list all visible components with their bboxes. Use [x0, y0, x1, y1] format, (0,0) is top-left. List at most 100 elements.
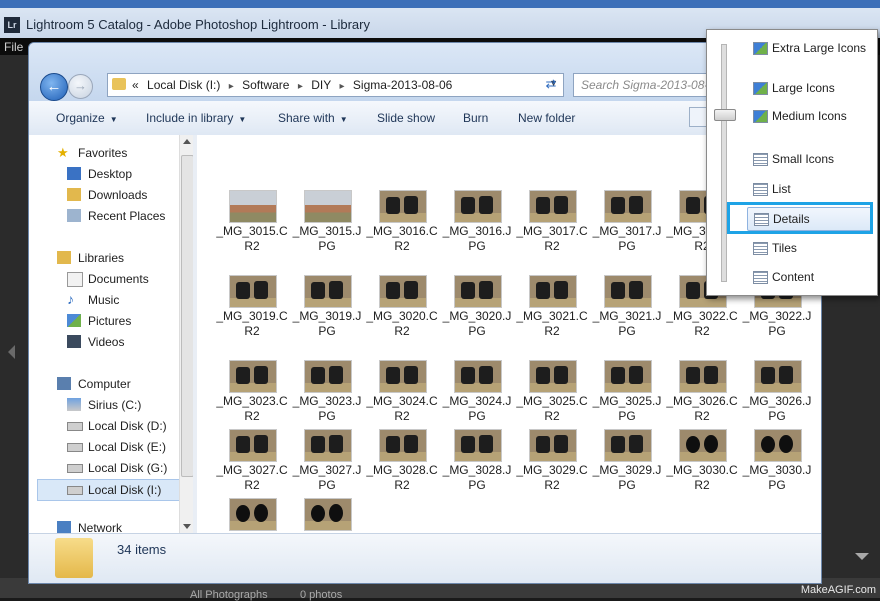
breadcrumb-chevron-icon[interactable]: ▸	[340, 81, 345, 92]
file-item[interactable]: _MG_3019.JPG	[290, 275, 364, 343]
nav-label: Libraries	[78, 251, 125, 265]
organize-button[interactable]: Organize ▼	[56, 111, 118, 125]
view-item-label: Medium Icons	[772, 109, 847, 123]
downloads-folder-icon	[67, 188, 81, 201]
nav-label: Local Disk (D:)	[88, 419, 167, 433]
breadcrumb-prefix[interactable]: «	[132, 78, 139, 92]
nav-recent-places[interactable]: Recent Places	[29, 206, 189, 226]
view-medium-icons[interactable]: Medium Icons	[747, 105, 871, 127]
file-item[interactable]: _MG_3023.CR2	[215, 360, 289, 428]
nav-disk-e[interactable]: Local Disk (E:)	[29, 437, 189, 457]
refresh-icon[interactable]: ⇄	[542, 74, 560, 94]
nav-desktop[interactable]: Desktop	[29, 164, 189, 184]
nav-disk-i[interactable]: Local Disk (I:)	[37, 479, 184, 501]
new-folder-button[interactable]: New folder	[518, 111, 575, 125]
share-with-button[interactable]: Share with ▼	[278, 111, 348, 125]
file-item[interactable]: _MG_3024.CR2	[365, 360, 439, 428]
file-item[interactable]: _MG_3019.CR2	[215, 275, 289, 343]
view-menu: Extra Large Icons Large Icons Medium Ico…	[706, 29, 878, 296]
file-thumbnail	[304, 190, 352, 223]
back-button[interactable]: ←	[40, 73, 68, 101]
view-item-label: List	[772, 182, 791, 196]
file-item[interactable]: _MG_3024.JPG	[440, 360, 514, 428]
file-item[interactable]: _MG_3016.JPG	[440, 190, 514, 258]
file-item[interactable]: _MG_3015.JPG	[290, 190, 364, 258]
right-panel-arrow-icon[interactable]	[855, 553, 869, 560]
file-item[interactable]: _MG_3015.CR2	[215, 190, 289, 258]
view-slider-thumb[interactable]	[714, 109, 736, 121]
file-item[interactable]: _MG_3027.JPG	[290, 429, 364, 497]
file-item[interactable]: _MG_3028.JPG	[440, 429, 514, 497]
filmstrip-source-label[interactable]: All Photographs	[190, 589, 268, 601]
nav-documents[interactable]: Documents	[29, 269, 189, 289]
file-name: _MG_3025.CR2	[516, 394, 588, 423]
view-size-slider[interactable]	[721, 44, 727, 282]
libraries-icon	[57, 251, 71, 264]
view-content[interactable]: Content	[747, 266, 871, 288]
nav-videos[interactable]: Videos	[29, 332, 189, 352]
file-item[interactable]: _MG_3021.JPG	[590, 275, 664, 343]
nav-disk-g[interactable]: Local Disk (G:)	[29, 458, 189, 478]
scroll-down-icon[interactable]	[183, 524, 191, 529]
file-item[interactable]: _MG_3030.JPG	[740, 429, 814, 497]
breadcrumb-item-sigma[interactable]: Sigma-2013-08-06	[353, 78, 452, 92]
nav-scrollbar[interactable]	[179, 135, 194, 533]
file-item[interactable]: _MG_3026.JPG	[740, 360, 814, 428]
large-icons-icon	[753, 82, 768, 95]
nav-pictures[interactable]: Pictures	[29, 311, 189, 331]
left-panel-collapse-icon[interactable]	[8, 345, 15, 359]
file-item[interactable]: _MG_3028.CR2	[365, 429, 439, 497]
file-item[interactable]: _MG_3020.CR2	[365, 275, 439, 343]
nav-computer[interactable]: Computer	[29, 374, 189, 394]
file-item[interactable]: _MG_3021.CR2	[515, 275, 589, 343]
nav-network[interactable]: Network	[29, 518, 189, 533]
file-item[interactable]: _MG_3025.CR2	[515, 360, 589, 428]
file-thumbnail	[604, 360, 652, 393]
file-item[interactable]: _MG_3023.JPG	[290, 360, 364, 428]
file-item[interactable]: _MG_3016.CR2	[365, 190, 439, 258]
breadcrumb-item-diy[interactable]: DIY	[311, 78, 331, 92]
breadcrumb-chevron-icon[interactable]: ▸	[298, 81, 303, 92]
drive-icon	[67, 443, 83, 452]
nav-music[interactable]: ♪ Music	[29, 290, 189, 310]
menu-file[interactable]: File	[4, 40, 23, 54]
file-name: _MG_3017.JPG	[592, 224, 662, 253]
nav-label: Favorites	[78, 146, 128, 160]
include-in-library-button[interactable]: Include in library ▼	[146, 111, 246, 125]
item-count: 34 items	[117, 542, 167, 557]
file-name: _MG_3022.CR2	[666, 309, 738, 338]
file-thumbnail	[379, 429, 427, 462]
address-bar[interactable]: « Local Disk (I:) ▸ Software ▸ DIY ▸ Sig…	[107, 73, 564, 97]
file-name: _MG_3016.JPG	[442, 224, 512, 253]
scroll-up-icon[interactable]	[183, 139, 191, 144]
view-extra-large-icons[interactable]: Extra Large Icons	[747, 37, 871, 59]
file-item[interactable]: _MG_3017.JPG	[590, 190, 664, 258]
view-small-icons[interactable]: Small Icons	[747, 148, 871, 170]
pictures-icon	[67, 314, 81, 327]
file-item[interactable]: _MG_3027.CR2	[215, 429, 289, 497]
breadcrumb-chevron-icon[interactable]: ▸	[229, 81, 234, 92]
burn-button[interactable]: Burn	[463, 111, 488, 125]
file-item[interactable]: _MG_3030.CR2	[665, 429, 739, 497]
file-item[interactable]: _MG_3029.CR2	[515, 429, 589, 497]
breadcrumb[interactable]: « Local Disk (I:) ▸ Software ▸ DIY ▸ Sig…	[132, 78, 457, 92]
file-item[interactable]: _MG_3020.JPG	[440, 275, 514, 343]
nav-downloads[interactable]: Downloads	[29, 185, 189, 205]
filmstrip-photo-count[interactable]: 0 photos	[300, 589, 342, 601]
breadcrumb-item-disk[interactable]: Local Disk (I:)	[147, 78, 220, 92]
breadcrumb-item-software[interactable]: Software	[242, 78, 289, 92]
file-item[interactable]: _MG_3026.CR2	[665, 360, 739, 428]
search-input[interactable]: Search Sigma-2013-08-06	[573, 73, 725, 97]
file-item[interactable]: _MG_3029.JPG	[590, 429, 664, 497]
view-list[interactable]: List	[747, 178, 871, 200]
nav-favorites[interactable]: ★ Favorites	[29, 143, 189, 163]
slide-show-button[interactable]: Slide show	[377, 111, 435, 125]
file-item[interactable]: _MG_3017.CR2	[515, 190, 589, 258]
nav-disk-d[interactable]: Local Disk (D:)	[29, 416, 189, 436]
nav-sirius-c[interactable]: Sirius (C:)	[29, 395, 189, 415]
nav-libraries[interactable]: Libraries	[29, 248, 189, 268]
forward-button[interactable]: →	[68, 74, 93, 99]
view-tiles[interactable]: Tiles	[747, 237, 871, 259]
file-item[interactable]: _MG_3025.JPG	[590, 360, 664, 428]
view-large-icons[interactable]: Large Icons	[747, 77, 871, 99]
